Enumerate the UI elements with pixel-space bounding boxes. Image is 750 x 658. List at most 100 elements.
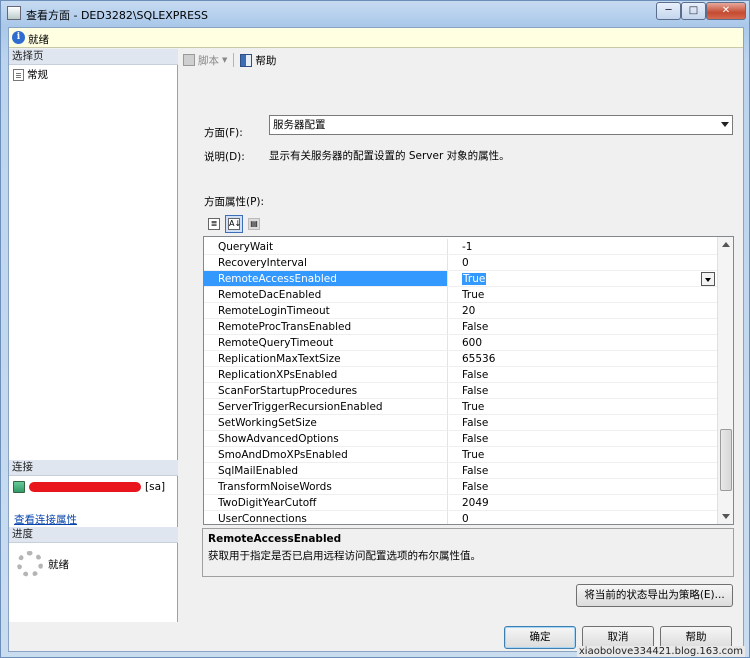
property-grid[interactable]: QueryWait -1 RecoveryInterval 0 RemoteAccess… — [203, 236, 734, 525]
property-value[interactable]: False — [449, 367, 719, 383]
property-name: RemoteDacEnabled — [204, 287, 448, 303]
help-toolbar-button[interactable]: 帮助 — [236, 53, 280, 68]
property-row[interactable]: ReplicationXPsEnabled False — [204, 367, 719, 383]
sort-alphabetical-icon: A↓ — [228, 218, 242, 230]
property-row[interactable]: ScanForStartupProcedures False — [204, 383, 719, 399]
property-row[interactable]: SmoAndDmoXPsEnabled True — [204, 447, 719, 463]
view-connection-properties-link[interactable]: 查看连接属性 — [14, 512, 77, 527]
property-row[interactable]: UserConnections 0 — [204, 511, 719, 525]
property-value-text: 65536 — [462, 353, 496, 365]
property-value[interactable]: False — [449, 463, 719, 479]
status-bar: i 就绪 — [9, 28, 743, 48]
toolbar-separator — [233, 53, 235, 67]
property-value[interactable]: False — [449, 479, 719, 495]
property-row[interactable]: TwoDigitYearCutoff 2049 — [204, 495, 719, 511]
property-value-text: 0 — [462, 257, 469, 269]
property-row[interactable]: RemoteLoginTimeout 20 — [204, 303, 719, 319]
property-value-text: 2049 — [462, 497, 489, 509]
script-button[interactable]: 脚本 ▼ — [179, 53, 231, 68]
property-value-text: False — [462, 385, 489, 397]
maximize-button[interactable]: □ — [681, 2, 706, 20]
property-name: RemoteQueryTimeout — [204, 335, 448, 351]
property-row[interactable]: ReplicationMaxTextSize 65536 — [204, 351, 719, 367]
property-value[interactable]: 0 — [449, 511, 719, 525]
connection-user: [sa] — [145, 481, 166, 493]
property-value[interactable]: 20 — [449, 303, 719, 319]
progress-text: 就绪 — [48, 559, 69, 571]
value-dropdown-button[interactable] — [701, 272, 715, 286]
property-value-text: True — [462, 289, 485, 301]
property-value[interactable]: False — [449, 319, 719, 335]
property-name: TransformNoiseWords — [204, 479, 448, 495]
script-icon — [183, 54, 195, 66]
vertical-scrollbar[interactable] — [717, 237, 733, 524]
property-value-text: False — [462, 433, 489, 445]
facet-dropdown-value: 服务器配置 — [273, 119, 326, 131]
property-value[interactable]: False — [449, 415, 719, 431]
property-name: RemoteProcTransEnabled — [204, 319, 448, 335]
connection-row: [sa] — [13, 481, 165, 493]
property-row[interactable]: RemoteAccessEnabled True — [204, 271, 719, 287]
property-row[interactable]: RemoteQueryTimeout 600 — [204, 335, 719, 351]
property-value[interactable]: 600 — [449, 335, 719, 351]
property-value[interactable]: -1 — [449, 239, 719, 255]
left-pane: 选择页 常规 连接 [sa] 查看连接属性 进度 就绪 — [9, 49, 178, 622]
progress-spinner-icon — [17, 551, 43, 577]
minimize-button[interactable]: ─ — [656, 2, 681, 20]
property-value-text: -1 — [462, 241, 473, 253]
scroll-down-icon[interactable] — [722, 514, 730, 519]
property-pages-icon: ▤ — [248, 218, 260, 230]
property-value-text: False — [462, 481, 489, 493]
property-name: ReplicationXPsEnabled — [204, 367, 448, 383]
property-value[interactable]: 65536 — [449, 351, 719, 367]
export-policy-button[interactable]: 将当前的状态导出为策略(E)... — [576, 584, 733, 607]
property-value[interactable]: True — [449, 447, 719, 463]
property-row[interactable]: RecoveryInterval 0 — [204, 255, 719, 271]
property-name: TwoDigitYearCutoff — [204, 495, 448, 511]
property-name: SetWorkingSetSize — [204, 415, 448, 431]
property-row[interactable]: QueryWait -1 — [204, 239, 719, 255]
property-pages-button[interactable]: ▤ — [245, 215, 263, 233]
property-row[interactable]: SqlMailEnabled False — [204, 463, 719, 479]
scroll-thumb[interactable] — [720, 429, 732, 491]
property-row[interactable]: TransformNoiseWords False — [204, 479, 719, 495]
title-bar[interactable]: 查看方面 - DED3282\SQLEXPRESS ─ □ ✕ — [1, 1, 749, 27]
scroll-up-icon[interactable] — [722, 242, 730, 247]
property-value[interactable]: 0 — [449, 255, 719, 271]
app-icon — [7, 6, 21, 20]
property-value[interactable]: True — [449, 287, 719, 303]
progress-header: 进度 — [9, 527, 178, 543]
property-value-text: 600 — [462, 337, 483, 349]
property-name: RemoteLoginTimeout — [204, 303, 448, 319]
property-row[interactable]: ServerTriggerRecursionEnabled True — [204, 399, 719, 415]
redacted-server-name — [29, 482, 141, 492]
property-value[interactable]: False — [449, 383, 719, 399]
page-item-general[interactable]: 常规 — [13, 67, 48, 82]
property-name: SmoAndDmoXPsEnabled — [204, 447, 448, 463]
toolbar: 脚本 ▼ 帮助 — [179, 51, 280, 69]
close-button[interactable]: ✕ — [706, 2, 746, 20]
description-label: 说明(D): — [204, 151, 245, 163]
help-label: 帮助 — [255, 54, 277, 67]
right-pane: 脚本 ▼ 帮助 方面(F): 服务器配置 说明(D): 显示有关服务器的配置设置… — [179, 49, 743, 622]
property-row[interactable]: RemoteDacEnabled True — [204, 287, 719, 303]
property-row[interactable]: ShowAdvancedOptions False — [204, 431, 719, 447]
ok-button[interactable]: 确定 — [504, 626, 576, 649]
property-value[interactable]: False — [449, 431, 719, 447]
property-row[interactable]: RemoteProcTransEnabled False — [204, 319, 719, 335]
facet-dropdown[interactable]: 服务器配置 — [269, 115, 733, 135]
property-value-text: False — [462, 417, 489, 429]
facet-description: 显示有关服务器的配置设置的 Server 对象的属性。 — [269, 150, 510, 162]
property-description-box: RemoteAccessEnabled 获取用于指定是否已启用远程访问配置选项的… — [202, 528, 734, 577]
dropdown-arrow-icon — [721, 122, 729, 127]
alphabetical-button[interactable]: A↓ — [225, 215, 243, 233]
facet-label: 方面(F): — [204, 127, 243, 139]
property-value[interactable]: True — [449, 399, 719, 415]
property-name: ShowAdvancedOptions — [204, 431, 448, 447]
property-value-text: 0 — [462, 513, 469, 525]
property-value[interactable]: 2049 — [449, 495, 719, 511]
property-row[interactable]: SetWorkingSetSize False — [204, 415, 719, 431]
categorized-button[interactable]: ≣ — [205, 215, 223, 233]
property-name: ScanForStartupProcedures — [204, 383, 448, 399]
property-value[interactable]: True — [449, 271, 719, 287]
